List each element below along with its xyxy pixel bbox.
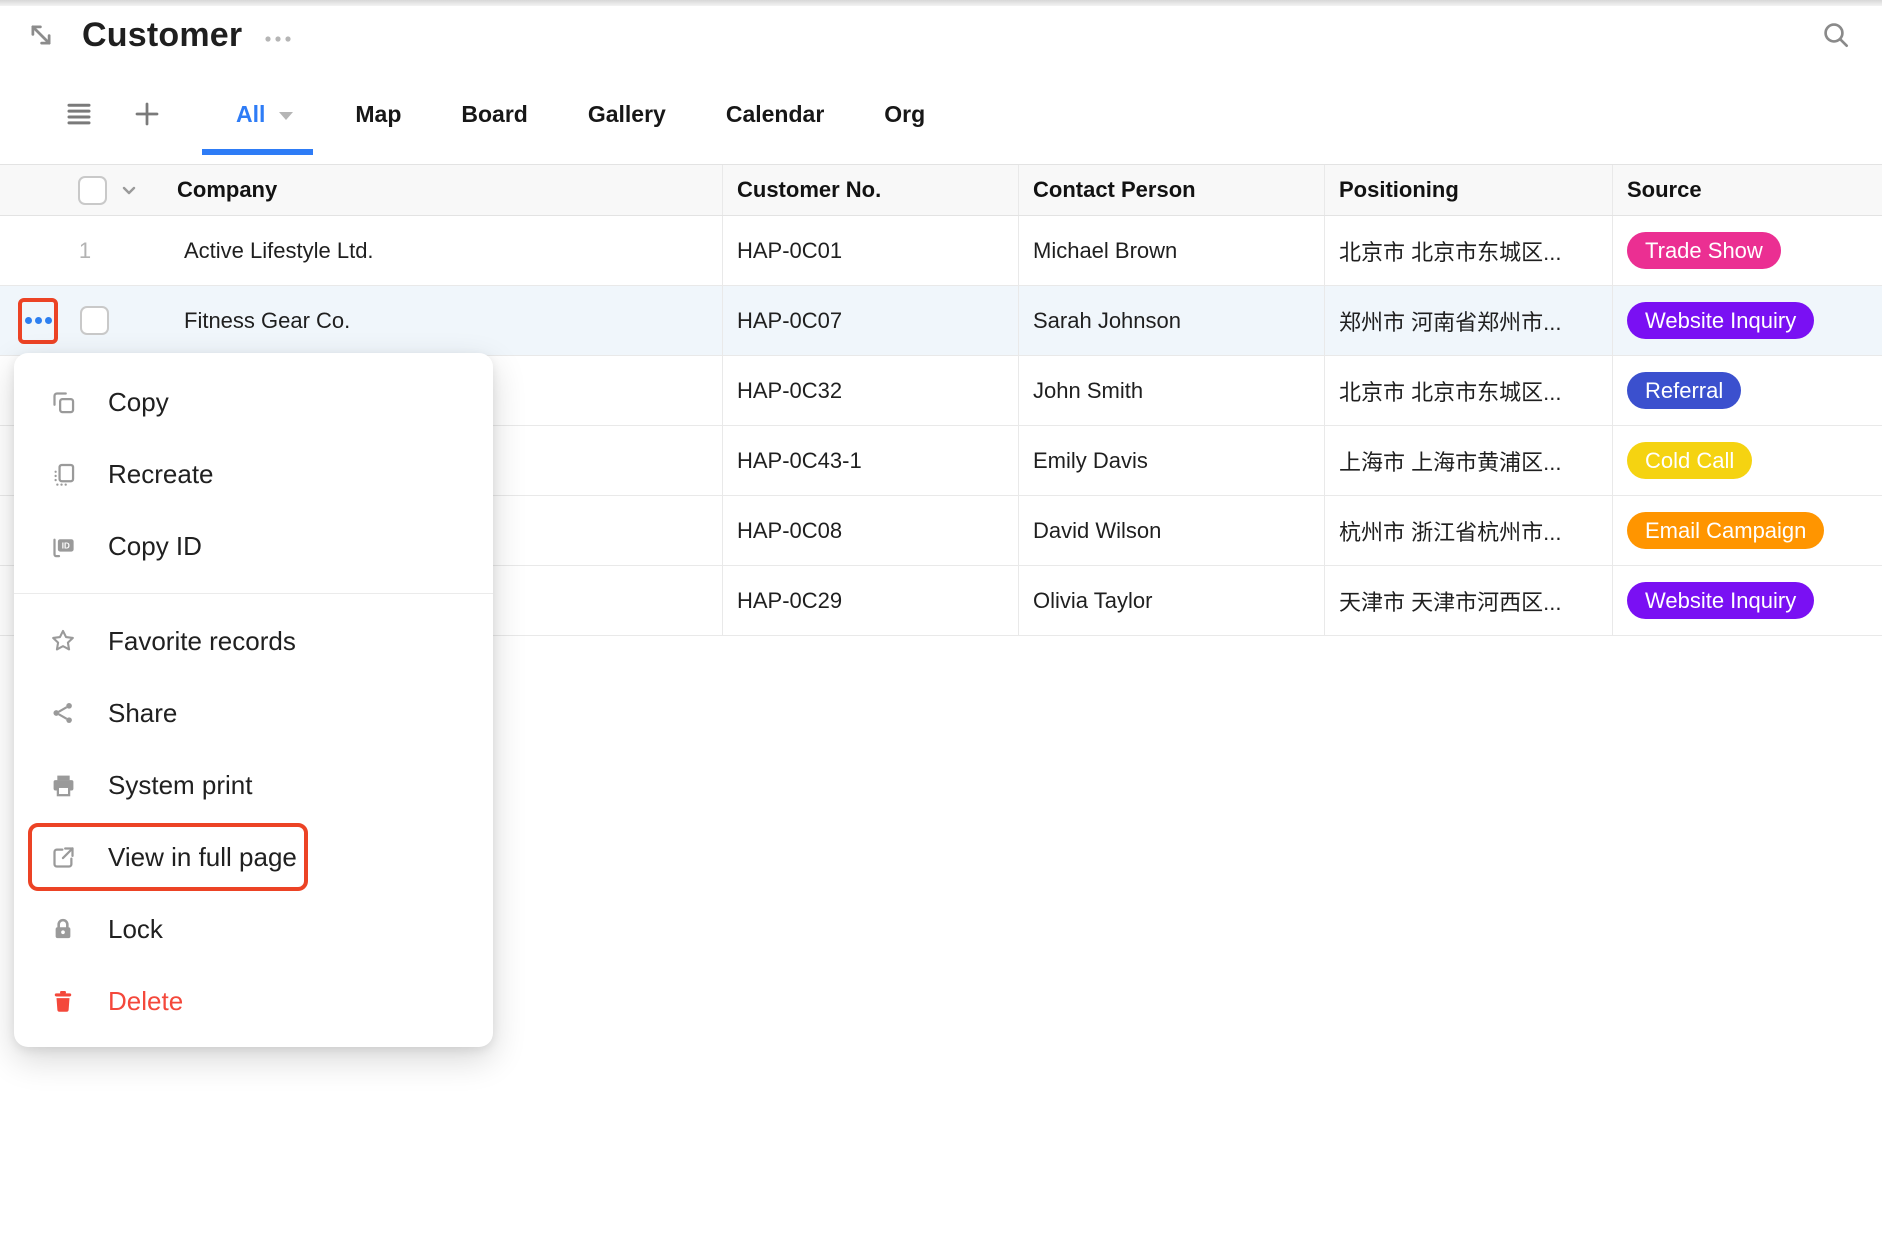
menu-item-view-in-full-page[interactable]: View in full page bbox=[14, 821, 493, 893]
copy-id-icon: ID bbox=[48, 533, 78, 560]
app-window: Customer All bbox=[0, 0, 1882, 1236]
tab-map[interactable]: Map bbox=[355, 101, 401, 128]
cell-source: Website Inquiry bbox=[1612, 286, 1882, 355]
cell-positioning: 上海市 上海市黄浦区... bbox=[1324, 426, 1612, 495]
cell-customer-no: HAP-0C01 bbox=[722, 216, 1018, 285]
add-view-icon[interactable] bbox=[132, 99, 162, 129]
cell-source: Email Campaign bbox=[1612, 496, 1882, 565]
star-icon bbox=[48, 627, 78, 655]
menu-item-label: Share bbox=[108, 698, 177, 729]
view-list-icon[interactable] bbox=[64, 99, 94, 129]
cell-contact-person: David Wilson bbox=[1018, 496, 1324, 565]
cell-customer-no: HAP-0C29 bbox=[722, 566, 1018, 635]
header-cell-source[interactable]: Source bbox=[1612, 165, 1882, 215]
cell-positioning: 北京市 北京市东城区... bbox=[1324, 356, 1612, 425]
copy-icon bbox=[48, 389, 78, 416]
cell-positioning: 郑州市 河南省郑州市... bbox=[1324, 286, 1612, 355]
company-value: Fitness Gear Co. bbox=[184, 308, 350, 334]
row-context-menu: Copy Recreate ID Copy ID bbox=[14, 353, 493, 1047]
recreate-icon bbox=[48, 461, 78, 488]
cell-customer-no: HAP-0C32 bbox=[722, 356, 1018, 425]
cell-contact-person: John Smith bbox=[1018, 356, 1324, 425]
menu-item-label: Delete bbox=[108, 986, 183, 1017]
caret-down-icon bbox=[277, 110, 295, 122]
row-more-button[interactable] bbox=[18, 298, 58, 344]
tab-gallery[interactable]: Gallery bbox=[588, 101, 666, 128]
source-badge: Website Inquiry bbox=[1627, 302, 1814, 339]
menu-item-lock[interactable]: Lock bbox=[14, 893, 493, 965]
tab-board[interactable]: Board bbox=[461, 101, 527, 128]
cell-source: Cold Call bbox=[1612, 426, 1882, 495]
tab-all[interactable]: All bbox=[236, 101, 295, 128]
search-icon[interactable] bbox=[1820, 19, 1852, 51]
menu-item-share[interactable]: Share bbox=[14, 677, 493, 749]
header-cell-contact-person[interactable]: Contact Person bbox=[1018, 165, 1324, 215]
cell-contact-person: Olivia Taylor bbox=[1018, 566, 1324, 635]
tab-all-label: All bbox=[236, 101, 265, 128]
external-link-icon bbox=[48, 844, 78, 871]
cell-source: Website Inquiry bbox=[1612, 566, 1882, 635]
cell-source: Trade Show bbox=[1612, 216, 1882, 285]
table-row-highlighted[interactable]: Fitness Gear Co. HAP-0C07 Sarah Johnson … bbox=[0, 286, 1882, 356]
cell-contact-person: Sarah Johnson bbox=[1018, 286, 1324, 355]
menu-item-label: System print bbox=[108, 770, 253, 801]
lock-icon bbox=[48, 916, 78, 942]
table-header-row: Company Customer No. Contact Person Posi… bbox=[0, 165, 1882, 216]
cell-customer-no: HAP-0C08 bbox=[722, 496, 1018, 565]
trash-icon bbox=[48, 988, 78, 1014]
header-cell-positioning[interactable]: Positioning bbox=[1324, 165, 1612, 215]
cell-positioning: 天津市 天津市河西区... bbox=[1324, 566, 1612, 635]
menu-item-label: Lock bbox=[108, 914, 163, 945]
menu-item-copy[interactable]: Copy bbox=[14, 366, 493, 438]
tab-org[interactable]: Org bbox=[884, 101, 925, 128]
title-more-icon[interactable] bbox=[262, 33, 294, 45]
company-value: Active Lifestyle Ltd. bbox=[170, 238, 374, 264]
cell-positioning: 北京市 北京市东城区... bbox=[1324, 216, 1612, 285]
cell-customer-no: HAP-0C43-1 bbox=[722, 426, 1018, 495]
page-title: Customer bbox=[82, 16, 242, 55]
source-badge: Email Campaign bbox=[1627, 512, 1824, 549]
source-badge: Website Inquiry bbox=[1627, 582, 1814, 619]
cell-customer-no: HAP-0C07 bbox=[722, 286, 1018, 355]
menu-item-label: Copy ID bbox=[108, 531, 202, 562]
menu-item-label: Favorite records bbox=[108, 626, 296, 657]
menu-item-recreate[interactable]: Recreate bbox=[14, 438, 493, 510]
menu-item-label: Recreate bbox=[108, 459, 214, 490]
cell-contact-person: Emily Davis bbox=[1018, 426, 1324, 495]
topbar: Customer bbox=[0, 6, 1882, 64]
table-row[interactable]: 1 Active Lifestyle Ltd. HAP-0C01 Michael… bbox=[0, 216, 1882, 286]
header-cell-customer-no[interactable]: Customer No. bbox=[722, 165, 1018, 215]
source-badge: Cold Call bbox=[1627, 442, 1752, 479]
share-icon bbox=[48, 700, 78, 726]
row-number: 1 bbox=[0, 238, 170, 264]
menu-item-label: Copy bbox=[108, 387, 169, 418]
menu-item-favorite-records[interactable]: Favorite records bbox=[14, 605, 493, 677]
menu-divider bbox=[14, 593, 493, 594]
menu-item-copy-id[interactable]: ID Copy ID bbox=[14, 510, 493, 582]
printer-icon bbox=[48, 772, 78, 799]
expand-icon[interactable] bbox=[26, 20, 56, 50]
view-tabbar: All Map Board Gallery Calendar Org bbox=[0, 64, 1882, 164]
cell-contact-person: Michael Brown bbox=[1018, 216, 1324, 285]
chevron-down-icon[interactable] bbox=[117, 178, 141, 202]
tab-calendar[interactable]: Calendar bbox=[726, 101, 824, 128]
cell-company: 1 Active Lifestyle Ltd. bbox=[0, 216, 722, 285]
cell-source: Referral bbox=[1612, 356, 1882, 425]
row-checkbox[interactable] bbox=[80, 306, 109, 335]
source-badge: Trade Show bbox=[1627, 232, 1781, 269]
select-all-checkbox[interactable] bbox=[78, 176, 107, 205]
menu-item-label: View in full page bbox=[108, 842, 297, 873]
header-cell-company[interactable]: Company bbox=[0, 165, 722, 215]
menu-item-system-print[interactable]: System print bbox=[14, 749, 493, 821]
source-badge: Referral bbox=[1627, 372, 1741, 409]
svg-text:ID: ID bbox=[61, 541, 69, 550]
menu-item-delete[interactable]: Delete bbox=[14, 965, 493, 1037]
cell-positioning: 杭州市 浙江省杭州市... bbox=[1324, 496, 1612, 565]
cell-company: Fitness Gear Co. bbox=[0, 286, 722, 355]
column-header-label: Company bbox=[177, 177, 277, 203]
